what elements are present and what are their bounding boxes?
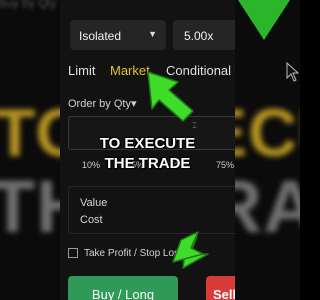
- take-profit-label: Take Profit / Stop Loss: [84, 248, 185, 259]
- order-by-selector[interactable]: Order by Qty▾: [68, 97, 136, 110]
- mouse-pointer-icon: [286, 61, 300, 87]
- value-label: Value: [80, 197, 108, 209]
- leverage-value: 5.00x: [184, 29, 214, 43]
- tab-market[interactable]: Market: [110, 63, 150, 78]
- take-profit-row[interactable]: Take Profit / Stop Loss: [68, 248, 184, 259]
- video-caption: TO EXECUTE THE TRADE: [60, 134, 235, 174]
- text-cursor-icon: ⌶: [192, 121, 197, 130]
- buy-long-button[interactable]: Buy / Long: [68, 276, 178, 300]
- margin-mode-value: Isolated: [79, 29, 122, 43]
- tab-conditional[interactable]: Conditional ▾: [166, 63, 235, 79]
- leverage-button[interactable]: 5.00x: [173, 20, 235, 50]
- chevron-down-icon: ▼: [148, 29, 157, 39]
- tab-limit[interactable]: Limit: [68, 63, 95, 78]
- caption-line-1: TO EXECUTE: [99, 135, 196, 152]
- green-arrow-partial-icon: [236, 0, 292, 44]
- background-header-text: Buy by Qty: [0, 0, 57, 10]
- cost-label: Cost: [80, 214, 103, 226]
- take-profit-checkbox[interactable]: [68, 248, 78, 259]
- order-type-tabs: Limit Market Conditional ▾: [68, 63, 235, 81]
- order-info-box: Value Cost: [68, 186, 235, 234]
- sell-button[interactable]: Sell: [206, 276, 235, 300]
- margin-mode-dropdown[interactable]: Isolated ▼: [70, 20, 166, 50]
- caption-line-2: THE TRADE: [104, 155, 191, 172]
